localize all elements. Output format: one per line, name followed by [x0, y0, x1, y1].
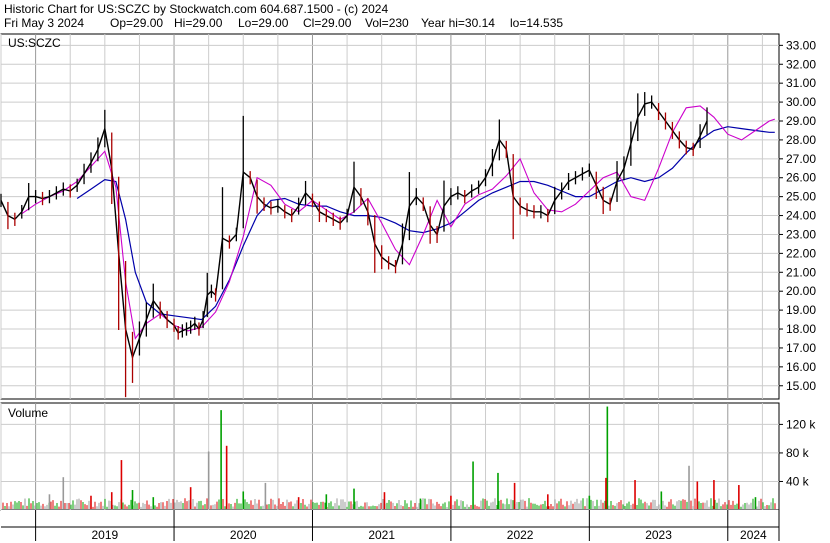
price-y-tick-label: 23.00: [786, 227, 816, 241]
price-y-tick-label: 33.00: [786, 38, 816, 52]
price-y-tick-label: 22.00: [786, 246, 816, 260]
quote-low: Lo=29.00: [238, 16, 289, 30]
volume-panel-frame: [0, 402, 780, 511]
price-y-tick-label: 31.00: [786, 76, 816, 90]
x-axis-year-label: 2023: [645, 528, 672, 542]
quote-volume: Vol=230: [365, 16, 409, 30]
x-axis-year-label: 2021: [368, 528, 395, 542]
quote-close: Cl=29.00: [303, 16, 352, 30]
volume-y-tick-label: 120 k: [786, 417, 816, 431]
quote-high: Hi=29.00: [174, 16, 223, 30]
price-y-tick-label: 21.00: [786, 265, 816, 279]
quote-year-low: lo=14.535: [510, 16, 563, 30]
x-axis-year-label: 2019: [91, 528, 118, 542]
price-panel-frame: [0, 33, 780, 400]
volume-y-tick-label: 40 k: [786, 474, 810, 488]
x-axis-year-label: 2020: [230, 528, 257, 542]
price-y-tick-label: 29.00: [786, 114, 816, 128]
price-y-tick-label: 26.00: [786, 171, 816, 185]
price-y-tick-label: 17.00: [786, 341, 816, 355]
quote-date: Fri May 3 2024: [4, 16, 84, 30]
price-y-tick-label: 24.00: [786, 209, 816, 223]
volume-panel-title: Volume: [8, 406, 48, 420]
chart-title: Historic Chart for US:SCZC by Stockwatch…: [4, 2, 388, 16]
price-y-tick-label: 27.00: [786, 152, 816, 166]
x-axis: 2019 2020 2021 2022 2023 2024: [1, 510, 780, 542]
price-y-tick-label: 16.00: [786, 360, 816, 374]
volume-panel: Volume 40 k 80 k 120 k: [0, 402, 816, 511]
x-axis-year-label: 2024: [740, 528, 767, 542]
price-y-tick-label: 25.00: [786, 190, 816, 204]
quote-year-high: Year hi=30.14: [421, 16, 495, 30]
x-axis-year-label: 2022: [507, 528, 534, 542]
price-y-tick-label: 15.00: [786, 379, 816, 393]
price-y-tick-label: 32.00: [786, 57, 816, 71]
volume-y-tick-label: 80 k: [786, 446, 810, 460]
price-panel: US:SCZC 15.00 16.00 17.00 18.00 19.00 20.00 21…: [0, 33, 816, 400]
quote-open: Op=29.00: [110, 16, 163, 30]
price-y-tick-label: 28.00: [786, 133, 816, 147]
price-y-tick-label: 30.00: [786, 95, 816, 109]
price-y-tick-label: 20.00: [786, 284, 816, 298]
stock-chart: Historic Chart for US:SCZC by Stockwatch…: [0, 0, 830, 543]
price-panel-symbol: US:SCZC: [8, 36, 61, 50]
price-y-tick-label: 19.00: [786, 303, 816, 317]
price-y-tick-label: 18.00: [786, 322, 816, 336]
